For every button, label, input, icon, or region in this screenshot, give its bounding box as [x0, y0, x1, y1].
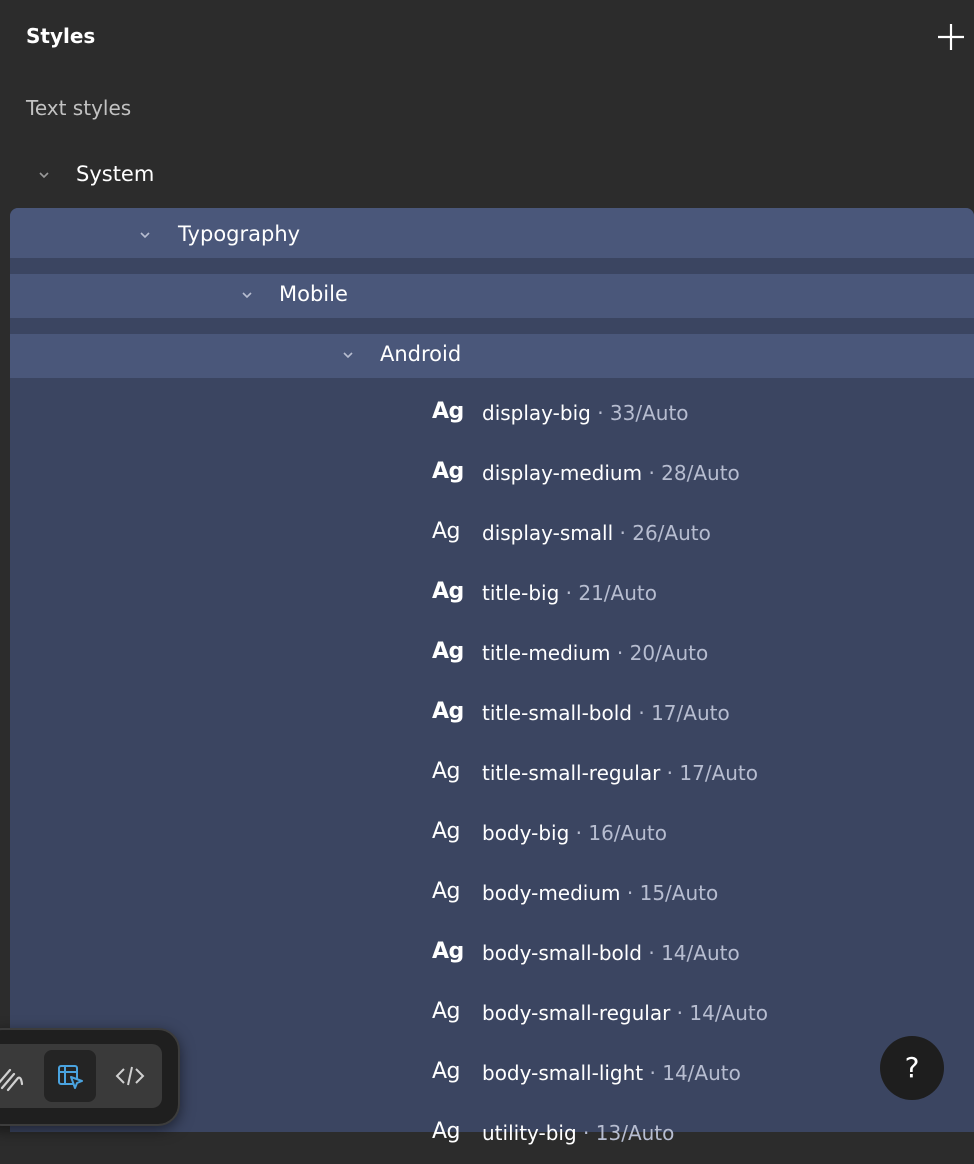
group-row-mobile[interactable]: [10, 274, 974, 318]
style-name: display-medium: [482, 461, 643, 485]
text-style-icon: Ag: [432, 639, 464, 664]
text-style-icon: Ag: [432, 819, 461, 844]
text-style-icon: Ag: [432, 519, 461, 544]
style-size: · 17/Auto: [638, 701, 730, 725]
style-name: title-small-regular: [482, 761, 661, 785]
group-row-typography[interactable]: [10, 208, 974, 258]
style-size: · 13/Auto: [583, 1121, 675, 1145]
text-style-icon: Ag: [432, 759, 461, 784]
text-style-icon: Ag: [432, 699, 464, 724]
plus-icon: [938, 24, 964, 50]
style-name: display-small: [482, 521, 614, 545]
code-mode-button[interactable]: [104, 1050, 156, 1102]
draw-icon: [0, 1068, 24, 1092]
text-style-icon: Ag: [432, 579, 464, 604]
text-style-icon: Ag: [432, 939, 464, 964]
style-row[interactable]: Ag display-small · 26/Auto: [10, 504, 974, 564]
style-size: · 14/Auto: [649, 1061, 741, 1085]
style-name: body-medium: [482, 881, 621, 905]
chevron-down-icon[interactable]: [36, 167, 52, 183]
style-size: · 16/Auto: [575, 821, 667, 845]
style-row[interactable]: Ag body-medium · 15/Auto: [10, 864, 974, 924]
style-name: body-small-regular: [482, 1001, 671, 1025]
style-name: body-small-light: [482, 1061, 644, 1085]
group-label-system: System: [76, 162, 155, 186]
style-size: · 14/Auto: [648, 941, 740, 965]
chevron-down-icon[interactable]: [239, 287, 255, 303]
style-size: · 33/Auto: [597, 401, 689, 425]
style-row[interactable]: Ag body-big · 16/Auto: [10, 804, 974, 864]
text-style-icon: Ag: [432, 879, 461, 904]
group-row-android[interactable]: [10, 334, 974, 378]
design-mode-icon: [58, 1065, 83, 1089]
style-size: · 26/Auto: [619, 521, 711, 545]
text-style-icon: Ag: [432, 459, 464, 484]
help-button[interactable]: ?: [880, 1036, 944, 1100]
style-size: · 28/Auto: [648, 461, 740, 485]
code-icon: [115, 1066, 145, 1086]
group-label-typography: Typography: [178, 222, 301, 246]
style-name: body-big: [482, 821, 570, 845]
panel-title: Styles: [26, 24, 96, 48]
style-row[interactable]: Ag title-big · 21/Auto: [10, 564, 974, 624]
style-name: utility-big: [482, 1121, 577, 1145]
style-row[interactable]: Ag body-small-bold · 14/Auto: [10, 924, 974, 984]
group-label-mobile: Mobile: [279, 282, 348, 306]
draw-mode-button[interactable]: [0, 1050, 38, 1102]
styles-panel-header: Styles: [0, 0, 974, 72]
style-name: body-small-bold: [482, 941, 642, 965]
style-name: title-medium: [482, 641, 611, 665]
text-style-icon: Ag: [432, 999, 461, 1024]
style-name: title-big: [482, 581, 560, 605]
style-size: · 20/Auto: [616, 641, 709, 665]
style-size: · 15/Auto: [626, 881, 719, 905]
group-label-android: Android: [380, 342, 462, 366]
style-name: title-small-bold: [482, 701, 632, 725]
style-size: · 14/Auto: [676, 1001, 769, 1025]
add-style-button[interactable]: [932, 18, 970, 56]
style-row[interactable]: Ag display-big · 33/Auto: [10, 384, 974, 444]
style-name: display-big: [482, 401, 591, 425]
chevron-down-icon[interactable]: [340, 347, 356, 363]
chevron-down-icon[interactable]: [137, 227, 153, 243]
style-row[interactable]: Ag title-small-bold · 17/Auto: [10, 684, 974, 744]
design-mode-button[interactable]: [44, 1050, 96, 1102]
text-style-icon: Ag: [432, 1059, 461, 1084]
style-size: · 21/Auto: [565, 581, 657, 605]
style-row[interactable]: Ag display-medium · 28/Auto: [10, 444, 974, 504]
style-row[interactable]: Ag title-small-regular · 17/Auto: [10, 744, 974, 804]
style-row[interactable]: Ag title-medium · 20/Auto: [10, 624, 974, 684]
style-size: · 17/Auto: [666, 761, 759, 785]
text-style-icon: Ag: [432, 399, 464, 424]
section-title-text-styles: Text styles: [26, 96, 132, 120]
